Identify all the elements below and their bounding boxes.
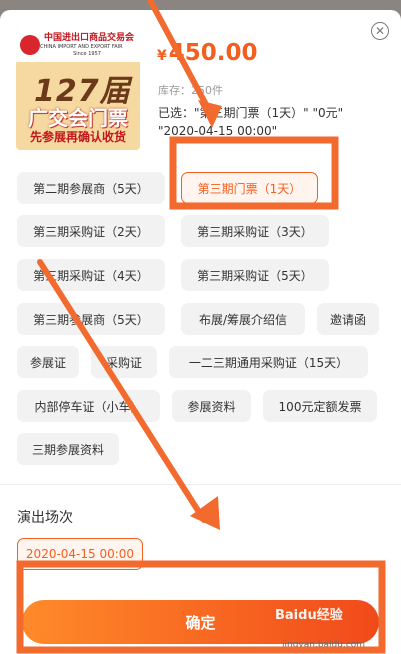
thumbnail-title: 广交会门票 (28, 106, 128, 130)
option-chip[interactable]: 第三期采购证（5天） (181, 259, 329, 291)
section-divider (0, 484, 401, 485)
thumbnail-org-cn: 中国进出口商品交易会 (44, 32, 135, 43)
option-chip[interactable]: 第三期采购证（3天） (181, 215, 329, 247)
selected-summary: 已选："第三期门票（1天）" "0元" "2020-04-15 00:00" (158, 104, 388, 140)
option-chip[interactable]: 参展资料 (172, 390, 251, 422)
option-chip[interactable]: 内部停车证（小车） (17, 390, 160, 422)
option-chip[interactable]: 第二期参展商（5天） (17, 172, 165, 204)
baidu-watermark-url: jingyan.baidu.com (282, 640, 366, 650)
option-chip[interactable]: 第三期采购证（2天） (17, 215, 165, 247)
option-chip-selected[interactable]: 第三期门票（1天） (181, 172, 318, 204)
canton-fair-logo-icon (20, 35, 40, 55)
baidu-watermark: Baidu经验 (275, 608, 343, 623)
option-chip[interactable]: 100元定额发票 (263, 390, 377, 422)
option-chip[interactable]: 第三期采购证（4天） (17, 259, 165, 291)
option-chip[interactable]: 第三期参展商（5天） (17, 303, 165, 335)
selected-summary-line2: "2020-04-15 00:00" (158, 124, 278, 138)
session-chip-selected[interactable]: 2020-04-15 00:00 (17, 538, 143, 570)
option-chip[interactable]: 三期参展资料 (17, 433, 119, 465)
stock-count: 库存：250件 (158, 84, 223, 97)
thumbnail-org-en: CHINA IMPORT AND EXPORT FAIR (40, 43, 123, 50)
option-chip[interactable]: 邀请函 (317, 303, 379, 335)
sku-selection-sheet: ✕ 中国进出口商品交易会 CHINA IMPORT AND EXPORT FAI… (0, 10, 401, 654)
product-thumbnail: 中国进出口商品交易会 CHINA IMPORT AND EXPORT FAIR … (16, 28, 140, 150)
thumbnail-since: Since 1957 (73, 50, 101, 57)
option-chip[interactable]: 采购证 (91, 346, 157, 378)
price-value: 450.00 (168, 40, 258, 66)
close-icon[interactable]: ✕ (371, 22, 389, 40)
option-chip[interactable]: 一二三期通用采购证（15天） (169, 346, 368, 378)
option-chip[interactable]: 布展/筹展介绍信 (181, 303, 305, 335)
thumbnail-subtitle: 先参展再确认收货 (29, 130, 126, 144)
selected-summary-line1: 已选："第三期门票（1天）" "0元" (158, 106, 344, 120)
option-chip[interactable]: 参展证 (17, 346, 79, 378)
price-symbol: ¥ (157, 48, 167, 64)
session-section-title: 演出场次 (17, 510, 73, 526)
thumbnail-header: 中国进出口商品交易会 CHINA IMPORT AND EXPORT FAIR … (16, 28, 140, 62)
price: ¥450.00 (157, 40, 258, 66)
